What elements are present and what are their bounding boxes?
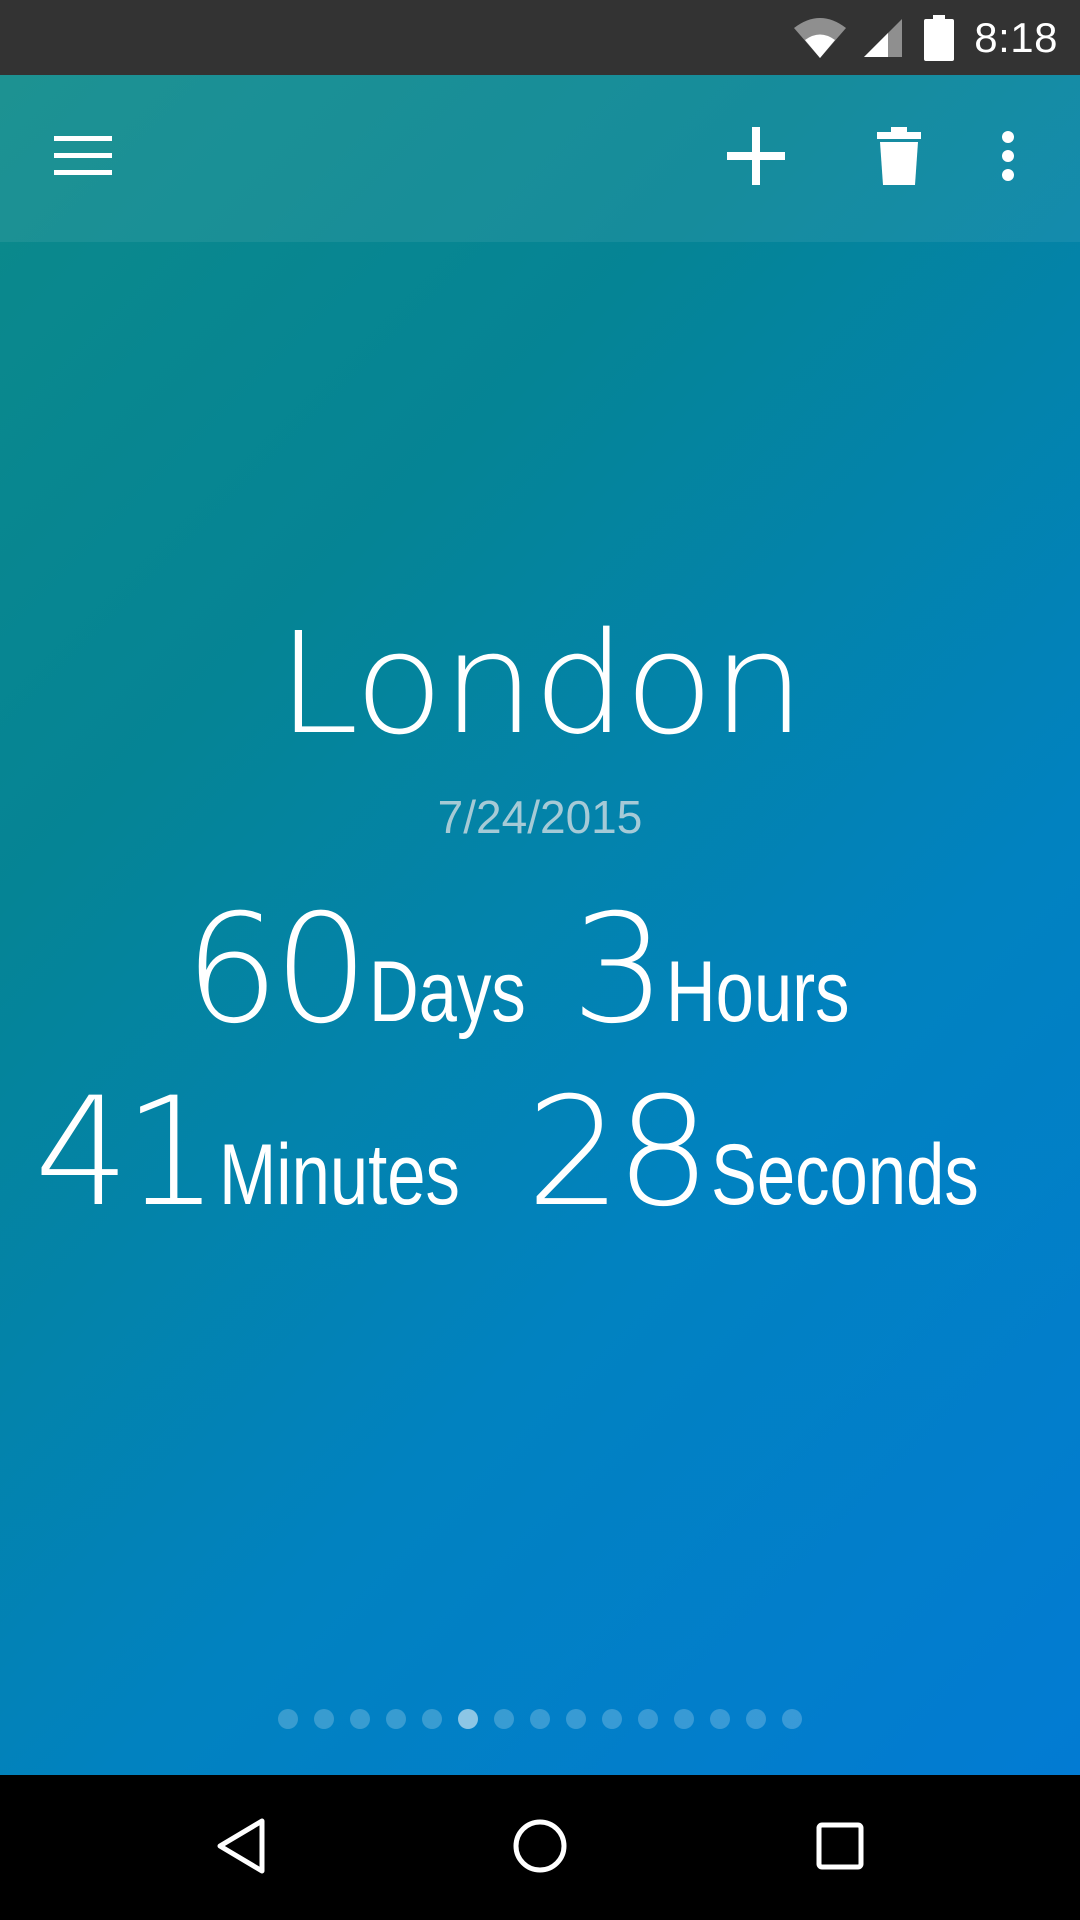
page-dot-active[interactable] <box>458 1709 478 1729</box>
back-icon <box>212 1816 268 1880</box>
battery-icon <box>924 14 955 61</box>
seconds-value: 28 <box>526 1066 711 1240</box>
page-dot[interactable] <box>386 1709 406 1729</box>
menu-icon <box>54 134 112 182</box>
home-icon <box>512 1818 568 1878</box>
days-label: Days <box>369 944 526 1040</box>
page-dot[interactable] <box>638 1709 658 1729</box>
delete-icon <box>877 127 921 189</box>
recents-icon <box>815 1821 865 1875</box>
add-button[interactable] <box>711 113 801 203</box>
add-icon <box>727 127 785 189</box>
hours-label: Hours <box>666 944 850 1040</box>
cell-signal-icon <box>862 17 904 59</box>
home-button[interactable] <box>495 1803 585 1893</box>
countdown-row-days-hours: 60Days 3Hours <box>0 895 1080 1045</box>
page-dot[interactable] <box>350 1709 370 1729</box>
page-dot[interactable] <box>530 1709 550 1729</box>
minutes-value: 41 <box>34 1066 219 1240</box>
page-dot[interactable] <box>782 1709 802 1729</box>
menu-button[interactable] <box>38 113 128 203</box>
seconds-label: Seconds <box>711 1127 979 1223</box>
minutes-label: Minutes <box>219 1127 460 1223</box>
page-dot[interactable] <box>674 1709 694 1729</box>
hours-value: 3 <box>570 883 666 1057</box>
countdown-screen[interactable]: London 7/24/2015 60Days 3Hours 41Minutes 2… <box>0 75 1080 1775</box>
clock: 8:18 <box>974 13 1058 61</box>
page-dot[interactable] <box>710 1709 730 1729</box>
page-dot[interactable] <box>566 1709 586 1729</box>
page-dot[interactable] <box>278 1709 298 1729</box>
page-indicator[interactable] <box>0 1709 1080 1729</box>
status-icons: 8:18 <box>792 0 1058 75</box>
city-name: London <box>276 603 805 766</box>
event-date: 7/24/2015 <box>437 791 643 843</box>
back-button[interactable] <box>195 1803 285 1893</box>
more-vert-icon <box>1001 131 1015 185</box>
countdown-row-minutes-seconds: 41Minutes 28Seconds <box>0 1078 1080 1228</box>
navigation-bar <box>0 1775 1080 1920</box>
page-dot[interactable] <box>746 1709 766 1729</box>
page-dot[interactable] <box>314 1709 334 1729</box>
page-dot[interactable] <box>602 1709 622 1729</box>
page-dot[interactable] <box>494 1709 514 1729</box>
more-options-button[interactable] <box>963 113 1053 203</box>
toolbar <box>0 75 1080 242</box>
wifi-icon <box>792 16 848 60</box>
status-bar: 8:18 <box>0 0 1080 75</box>
page-dot[interactable] <box>422 1709 442 1729</box>
delete-button[interactable] <box>854 113 944 203</box>
days-value: 60 <box>184 883 369 1057</box>
recents-button[interactable] <box>795 1803 885 1893</box>
